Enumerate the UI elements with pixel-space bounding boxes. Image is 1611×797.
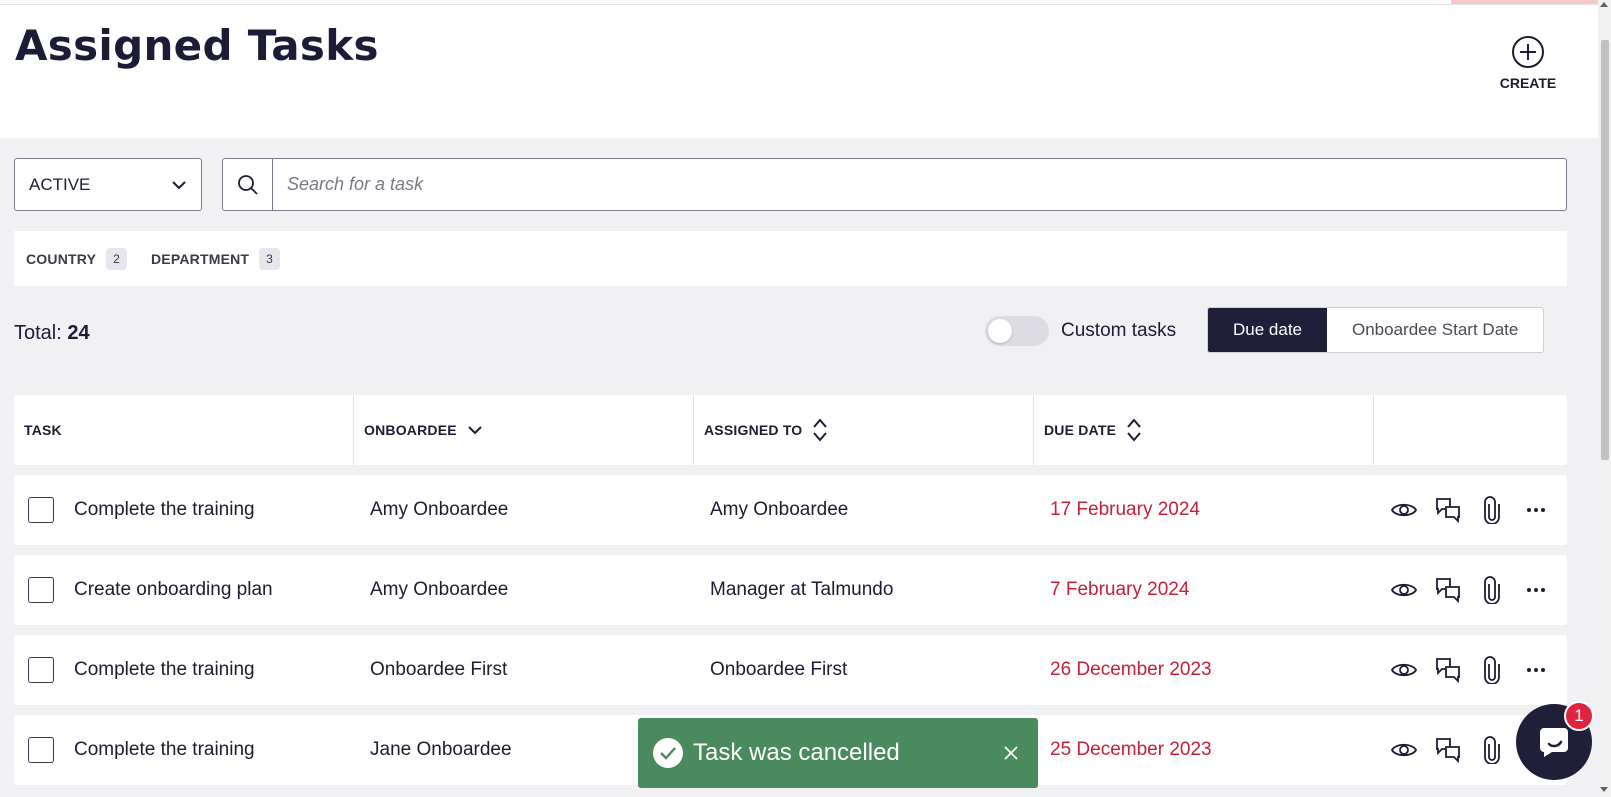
row-checkbox[interactable] bbox=[28, 737, 54, 763]
column-assigned-label: ASSIGNED TO bbox=[704, 422, 803, 438]
column-actions bbox=[1374, 395, 1567, 465]
task-name[interactable]: Complete the training bbox=[74, 499, 255, 521]
filter-country-label: COUNTRY bbox=[26, 250, 97, 267]
filter-country-count: 2 bbox=[106, 247, 127, 270]
help-chat-button[interactable]: 1 bbox=[1516, 701, 1594, 780]
toggle-switch[interactable] bbox=[985, 316, 1049, 346]
create-button[interactable]: CREATE bbox=[1488, 35, 1568, 97]
task-name[interactable]: Complete the training bbox=[74, 739, 255, 761]
attachment-icon[interactable] bbox=[1478, 496, 1506, 524]
chat-icon bbox=[1540, 728, 1568, 757]
due-date-cell: 17 February 2024 bbox=[1050, 499, 1200, 520]
toggle-knob bbox=[988, 319, 1012, 343]
sort-icon bbox=[1127, 418, 1141, 442]
table-header: TASK ONBOARDEE ASSIGNED TO DUE DATE bbox=[14, 395, 1567, 465]
plus-circle-icon bbox=[1512, 36, 1544, 68]
filter-department-count: 3 bbox=[259, 247, 281, 270]
assigned-cell: Amy Onboardee bbox=[710, 499, 849, 520]
total-label: Total: bbox=[14, 322, 62, 344]
chevron-down-icon bbox=[172, 180, 186, 189]
search-input[interactable] bbox=[273, 159, 1566, 210]
scrollbar[interactable] bbox=[1598, 0, 1611, 797]
filter-country[interactable]: COUNTRY 2 bbox=[26, 247, 127, 270]
table-row: Complete the training Onboardee First On… bbox=[14, 635, 1567, 705]
more-icon[interactable] bbox=[1522, 576, 1550, 604]
column-assigned-to[interactable]: ASSIGNED TO bbox=[694, 395, 1034, 465]
toast-notification: Task was cancelled bbox=[638, 718, 1038, 788]
chevron-down-icon bbox=[468, 426, 482, 435]
due-date-cell: 26 December 2023 bbox=[1050, 659, 1212, 680]
task-cell: Create onboarding plan bbox=[14, 555, 354, 625]
scroll-up-arrow[interactable] bbox=[1600, 2, 1608, 7]
task-name[interactable]: Complete the training bbox=[74, 659, 255, 681]
page-header: Assigned Tasks CREATE bbox=[0, 5, 1598, 138]
column-due-label: DUE DATE bbox=[1044, 422, 1117, 438]
row-checkbox[interactable] bbox=[28, 497, 54, 523]
filter-department[interactable]: DEPARTMENT 3 bbox=[150, 247, 281, 270]
eye-icon[interactable] bbox=[1390, 576, 1418, 604]
more-icon[interactable] bbox=[1522, 656, 1550, 684]
onboardee-cell: Onboardee First bbox=[370, 659, 508, 680]
chat-badge: 1 bbox=[1564, 701, 1594, 731]
row-actions bbox=[1374, 635, 1567, 705]
status-select[interactable]: ACTIVE bbox=[14, 158, 202, 211]
filter-department-label: DEPARTMENT bbox=[150, 250, 250, 267]
check-icon bbox=[653, 738, 683, 768]
toast-message: Task was cancelled bbox=[693, 739, 900, 766]
create-label: CREATE bbox=[1499, 75, 1557, 91]
scroll-down-arrow[interactable] bbox=[1600, 787, 1608, 792]
custom-tasks-toggle[interactable]: Custom tasks bbox=[985, 316, 1176, 346]
task-cell: Complete the training bbox=[14, 635, 354, 705]
comments-icon[interactable] bbox=[1434, 736, 1462, 764]
total-value: 24 bbox=[67, 322, 90, 344]
sort-due-date[interactable]: Due date bbox=[1208, 308, 1327, 352]
scroll-thumb[interactable] bbox=[1601, 40, 1609, 460]
sort-segmented-control: Due date Onboardee Start Date bbox=[1207, 307, 1545, 353]
top-accent bbox=[1451, 0, 1611, 4]
attachment-icon[interactable] bbox=[1478, 576, 1506, 604]
assigned-cell: Onboardee First bbox=[710, 659, 848, 680]
comments-icon[interactable] bbox=[1434, 656, 1462, 684]
task-cell: Complete the training bbox=[14, 715, 354, 785]
eye-icon[interactable] bbox=[1390, 496, 1418, 524]
table-row: Complete the training Amy Onboardee Amy … bbox=[14, 475, 1567, 545]
close-icon[interactable] bbox=[999, 741, 1023, 765]
sort-icon bbox=[813, 418, 828, 442]
column-task-label: TASK bbox=[24, 422, 62, 438]
table-row: Create onboarding plan Amy Onboardee Man… bbox=[14, 555, 1567, 625]
row-actions bbox=[1374, 475, 1567, 545]
total-count: Total: 24 bbox=[14, 322, 90, 345]
onboardee-cell: Amy Onboardee bbox=[370, 579, 509, 600]
column-due-date[interactable]: DUE DATE bbox=[1034, 395, 1374, 465]
onboardee-cell: Amy Onboardee bbox=[370, 499, 509, 520]
page-title: Assigned Tasks bbox=[15, 21, 379, 70]
sort-start-date[interactable]: Onboardee Start Date bbox=[1327, 308, 1543, 352]
eye-icon[interactable] bbox=[1390, 656, 1418, 684]
eye-icon[interactable] bbox=[1390, 736, 1418, 764]
search-icon[interactable] bbox=[223, 159, 273, 210]
attachment-icon[interactable] bbox=[1478, 736, 1506, 764]
filter-bar: COUNTRY 2 DEPARTMENT 3 bbox=[14, 231, 1567, 286]
toggle-label: Custom tasks bbox=[1061, 320, 1177, 341]
assigned-cell: Manager at Talmundo bbox=[710, 579, 894, 600]
task-name[interactable]: Create onboarding plan bbox=[74, 579, 273, 601]
more-icon[interactable] bbox=[1522, 496, 1550, 524]
row-actions bbox=[1374, 555, 1567, 625]
due-date-cell: 25 December 2023 bbox=[1050, 739, 1212, 760]
comments-icon[interactable] bbox=[1434, 576, 1462, 604]
status-select-value: ACTIVE bbox=[29, 174, 91, 194]
column-onboardee-label: ONBOARDEE bbox=[364, 422, 457, 438]
comments-icon[interactable] bbox=[1434, 496, 1462, 524]
search-box bbox=[222, 158, 1567, 211]
due-date-cell: 7 February 2024 bbox=[1050, 579, 1190, 600]
task-cell: Complete the training bbox=[14, 475, 354, 545]
row-checkbox[interactable] bbox=[28, 657, 54, 683]
column-task: TASK bbox=[14, 395, 354, 465]
attachment-icon[interactable] bbox=[1478, 656, 1506, 684]
row-checkbox[interactable] bbox=[28, 577, 54, 603]
column-onboardee[interactable]: ONBOARDEE bbox=[354, 395, 694, 465]
